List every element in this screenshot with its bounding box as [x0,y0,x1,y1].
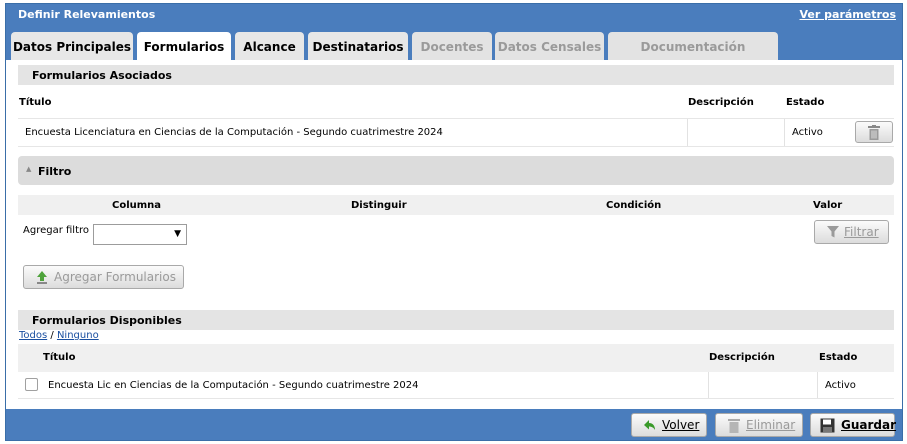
delete-row-button[interactable] [855,121,893,143]
tab-docentes: Docentes [412,32,492,60]
eliminar-label: Eliminar [746,418,796,432]
ver-parametros-link[interactable]: Ver parámetros [800,8,896,21]
upload-arrow-icon [37,271,47,284]
back-arrow-icon [644,420,655,430]
asociados-table-header: Título Descripción Estado [18,86,894,118]
col-titulo: Título [19,97,52,108]
tab-datos-principales[interactable]: Datos Principales [11,32,133,60]
agregar-filtro-select[interactable]: ▼ [93,224,187,245]
guardar-button[interactable]: Guardar [810,413,897,437]
tab-documentacion-requerida: Documentación Requerida [608,32,778,84]
eliminar-button[interactable]: Eliminar [715,413,803,437]
divider [784,119,785,146]
col-estado: Estado [786,97,825,108]
collapse-triangle-icon: ▲ [26,165,32,173]
tab-datos-censales: Datos Censales [495,32,604,60]
trash-icon [728,419,740,433]
divider [708,372,709,398]
filtrar-label: Filtrar [844,225,879,239]
asociados-section-header: Formularios Asociados [18,65,894,85]
tab-bar: Datos Principales Formularios Alcance De… [6,24,902,84]
title-bar: Definir Relevamientos Ver parámetros [6,4,902,24]
agregar-filtro-label: Agregar filtro [23,225,90,236]
divider [687,119,688,146]
funnel-icon [827,226,839,238]
divider [817,372,818,398]
select-none-link[interactable]: Ninguno [57,330,99,341]
window-title: Definir Relevamientos [18,8,156,21]
col-estado: Estado [819,352,858,363]
agregar-formularios-label: Agregar Formularios [54,270,176,284]
filtrar-button[interactable]: Filtrar [814,220,889,244]
window-frame: Definir Relevamientos Ver parámetros Dat… [5,3,903,441]
col-valor: Valor [813,200,843,211]
guardar-label: Guardar [841,418,897,432]
tab-formularios[interactable]: Formularios [137,32,231,60]
col-distinguir: Distinguir [351,200,407,211]
disponible-row: Encuesta Lic en Ciencias de la Computaci… [18,372,894,399]
row-checkbox[interactable] [25,378,38,391]
asociados-title: Formularios Asociados [32,69,172,82]
trash-icon [868,125,880,140]
col-descripcion: Descripción [709,352,775,363]
disponibles-section-header: Formularios Disponibles [18,310,894,330]
disponibles-table-header: Título Descripción Estado [18,344,894,372]
col-titulo: Título [43,352,76,363]
volver-button[interactable]: Volver [631,413,707,437]
col-descripcion: Descripción [688,97,754,108]
col-condicion: Condición [606,200,662,211]
asociado-estado: Activo [792,127,823,138]
filtro-bar[interactable]: ▲ Filtro [18,156,894,185]
asociado-row: Encuesta Licenciatura en Ciencias de la … [18,118,894,147]
footer-bar: Volver Eliminar Guardar [6,409,902,440]
dropdown-arrow-icon: ▼ [174,229,181,239]
asociado-titulo: Encuesta Licenciatura en Ciencias de la … [25,127,443,138]
filtro-title: Filtro [38,165,72,178]
agregar-formularios-button[interactable]: Agregar Formularios [23,265,184,289]
tab-alcance[interactable]: Alcance [235,32,304,60]
select-all-link[interactable]: Todos [19,330,47,341]
col-columna: Columna [112,200,162,211]
filtro-header: Columna Distinguir Condición Valor [18,195,894,215]
tab-destinatarios[interactable]: Destinatarios [308,32,408,60]
save-disk-icon [820,418,835,433]
formularios-panel: Formularios Asociados Título Descripción… [6,60,902,409]
disponible-estado: Activo [825,380,856,391]
disponibles-title: Formularios Disponibles [32,314,182,327]
link-separator: / [50,330,54,341]
select-links: Todos / Ninguno [19,330,99,341]
volver-label: Volver [662,418,700,432]
disponible-titulo: Encuesta Lic en Ciencias de la Computaci… [48,380,419,391]
